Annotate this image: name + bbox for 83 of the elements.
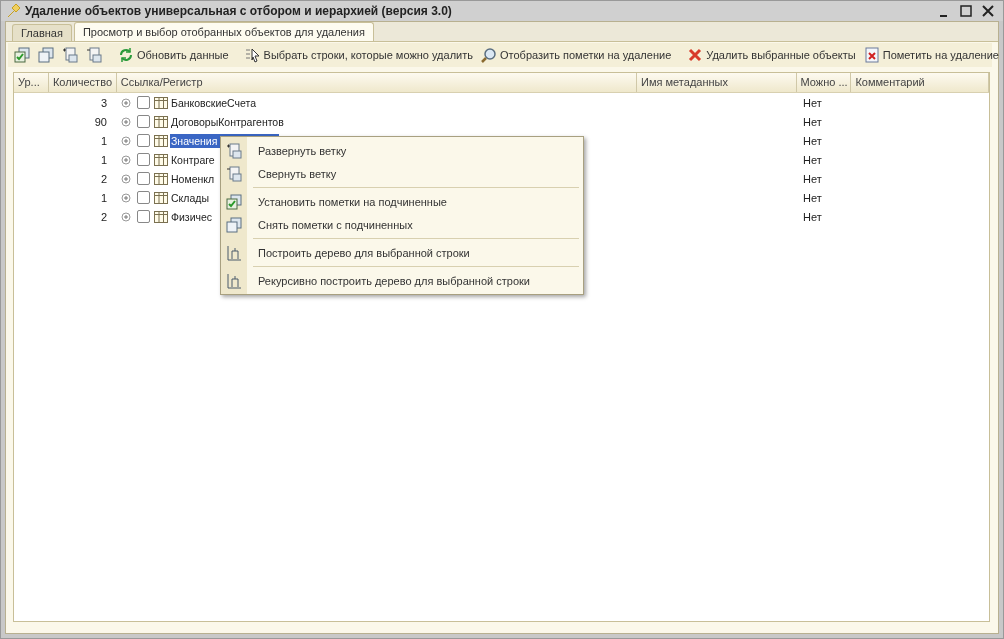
document-tree-icon	[62, 47, 78, 63]
menu-item[interactable]: Снять пометки с подчиненных	[221, 213, 583, 236]
table-cell: 2	[100, 210, 107, 223]
tree-item[interactable]: Физичес	[170, 209, 214, 224]
tree-item[interactable]: Склады	[170, 190, 210, 205]
table-cell: 1	[100, 153, 107, 166]
menu-item[interactable]: Свернуть ветку	[221, 162, 583, 185]
menu-item[interactable]: Развернуть ветку	[221, 139, 583, 162]
column-header[interactable]: Ссылка/Регистр	[116, 73, 638, 92]
menu-item[interactable]: Построить дерево для выбранной строки	[221, 241, 583, 264]
toolbar-button[interactable]: Обновить данные	[116, 46, 231, 64]
checked-stack-icon	[226, 193, 242, 210]
column-header[interactable]: Количество	[48, 73, 117, 92]
menu-item[interactable]: Установить пометки на подчиненные	[221, 190, 583, 213]
refresh-icon	[118, 47, 134, 63]
tree-item[interactable]: ДоговорыКонтрагентов	[170, 114, 285, 129]
checkbox[interactable]	[137, 210, 150, 223]
table-cell: Нет	[803, 115, 822, 128]
checkbox[interactable]	[137, 191, 150, 204]
cursor-list-icon	[244, 47, 261, 63]
marked-document-icon	[863, 47, 880, 63]
table-cell: 90	[94, 115, 107, 128]
expand-icon[interactable]	[121, 97, 131, 108]
table-icon	[154, 96, 168, 109]
tree-item[interactable]: БанковскиеСчета	[170, 95, 258, 110]
table-cell: Нет	[803, 96, 822, 109]
maximize-icon[interactable]	[959, 4, 973, 18]
hierarchy-icon	[226, 272, 242, 289]
tab[interactable]: Просмотр и выбор отобранных объектов для удаления	[73, 22, 374, 41]
toolbar-button[interactable]: Пометить на удаление	[861, 46, 1001, 64]
table-icon	[154, 153, 168, 166]
table-cell: Нет	[803, 191, 822, 204]
toolbar-button[interactable]: Удалить выбранные объекты	[685, 46, 858, 64]
search-icon	[481, 47, 497, 63]
toolbar-icon-button[interactable]	[60, 46, 80, 64]
column-header[interactable]: Имя метаданных	[637, 73, 797, 92]
checkbox[interactable]	[137, 96, 150, 109]
table-icon	[154, 210, 168, 223]
document-tree-icon	[226, 142, 242, 159]
table-cell: 1	[100, 191, 107, 204]
hierarchy-icon	[226, 244, 242, 261]
delete-icon	[687, 47, 704, 63]
expand-icon[interactable]	[121, 211, 131, 222]
checkbox[interactable]	[137, 115, 150, 128]
table-icon	[154, 115, 168, 128]
expand-icon[interactable]	[121, 192, 131, 203]
menu-item[interactable]: Рекурсивно построить дерево для выбранной строки	[221, 269, 583, 292]
checkbox[interactable]	[137, 153, 150, 166]
toolbar-icon-button[interactable]	[12, 46, 32, 64]
close-icon[interactable]	[981, 4, 995, 18]
table-cell: Нет	[803, 153, 822, 166]
expand-icon[interactable]	[121, 116, 131, 127]
toolbar-icon-button[interactable]	[84, 46, 104, 64]
column-header[interactable]: Можно ...	[796, 73, 852, 92]
toolbar-button[interactable]: Выбрать строки, которые можно удалить	[242, 46, 475, 64]
expand-icon[interactable]	[121, 154, 131, 165]
document-tree-icon	[86, 47, 102, 63]
column-header[interactable]: Комментарий	[851, 73, 989, 92]
checkbox[interactable]	[137, 172, 150, 185]
column-header[interactable]: Ур...	[14, 73, 49, 92]
tree-item[interactable]: Контраге	[170, 152, 216, 167]
checkbox[interactable]	[137, 134, 150, 147]
tab[interactable]: Главная	[12, 24, 72, 41]
table-cell: Нет	[803, 134, 822, 147]
toolbar-button[interactable]: Отобразить пометки на удаление	[479, 46, 674, 64]
checked-stack-icon	[14, 47, 30, 63]
table-icon	[154, 191, 168, 204]
table-icon	[154, 172, 168, 185]
expand-icon[interactable]	[121, 135, 131, 146]
table-cell: 3	[100, 96, 107, 109]
document-tree-icon	[226, 165, 242, 182]
table-icon	[154, 134, 168, 147]
window-title: Удаление объектов универсальная с отбором и иерархией (версия 3.0)	[25, 4, 453, 18]
table-cell: 1	[100, 134, 107, 147]
tree-item[interactable]: Номенкл	[170, 171, 216, 186]
app-icon	[5, 3, 21, 19]
table-cell: 2	[100, 172, 107, 185]
toolbar-icon-button[interactable]	[36, 46, 56, 64]
table-cell: Нет	[803, 172, 822, 185]
table-cell: Нет	[803, 210, 822, 223]
stacked-pages-icon	[38, 47, 54, 63]
stacked-pages-icon	[226, 216, 242, 233]
expand-icon[interactable]	[121, 173, 131, 184]
